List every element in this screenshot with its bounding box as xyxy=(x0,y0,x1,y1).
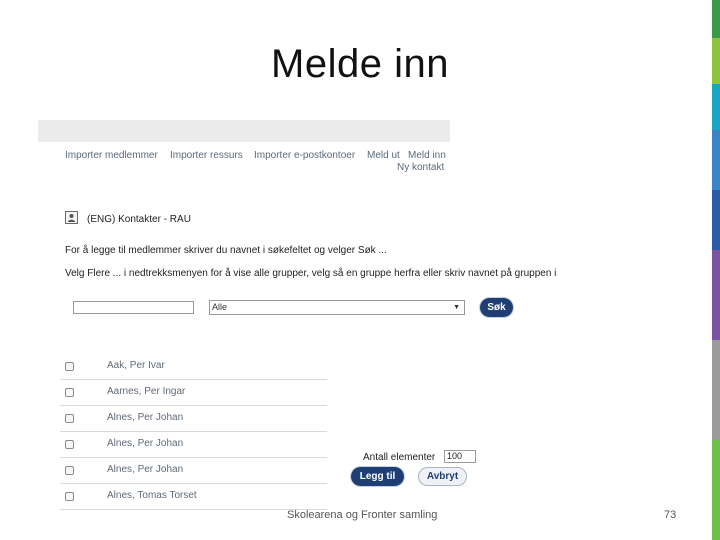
import-email-link[interactable]: Importer e-postkontoer xyxy=(254,150,355,161)
decorative-stripe xyxy=(712,0,720,540)
member-checkbox[interactable] xyxy=(65,492,74,501)
member-checkbox[interactable] xyxy=(65,414,74,423)
toolbar-header-bar xyxy=(38,120,450,142)
slide-title: Melde inn xyxy=(271,42,449,86)
unregister-link[interactable]: Meld ut xyxy=(367,150,400,161)
page-number: 73 xyxy=(664,509,677,521)
search-button[interactable]: Søk xyxy=(480,298,513,317)
contact-card-icon xyxy=(65,211,78,224)
member-checkbox[interactable] xyxy=(65,388,74,397)
member-name: Alnes, Tomas Torset xyxy=(107,490,197,501)
member-checkbox[interactable] xyxy=(65,362,74,371)
member-name: Alnes, Per Johan xyxy=(107,412,184,423)
member-checkbox[interactable] xyxy=(65,440,74,449)
list-item[interactable]: Alnes, Per Johan xyxy=(60,432,327,458)
register-link[interactable]: Meld inn xyxy=(408,150,446,161)
list-item[interactable]: Aak, Per Ivar xyxy=(60,354,327,380)
cancel-button[interactable]: Avbryt xyxy=(418,467,467,486)
search-input[interactable] xyxy=(73,301,194,314)
import-members-link[interactable]: Importer medlemmer xyxy=(65,150,158,161)
group-select[interactable]: Alle ▼ xyxy=(209,300,465,315)
instruction-text: For å legge til medlemmer skriver du nav… xyxy=(65,245,387,256)
member-checkbox[interactable] xyxy=(65,466,74,475)
contact-group-title: (ENG) Kontakter - RAU xyxy=(87,214,191,225)
member-name: Aarnes, Per Ingar xyxy=(107,386,186,397)
add-button[interactable]: Legg til xyxy=(351,467,404,486)
chevron-down-icon: ▼ xyxy=(453,304,460,311)
member-name: Alnes, Per Johan xyxy=(107,438,184,449)
member-name: Aak, Per Ivar xyxy=(107,360,165,371)
member-name: Alnes, Per Johan xyxy=(107,464,184,475)
list-item[interactable]: Alnes, Per Johan xyxy=(60,458,327,484)
list-item[interactable]: Aarnes, Per Ingar xyxy=(60,380,327,406)
item-count-label: Antall elementer xyxy=(363,452,436,463)
item-count-field[interactable]: 100 xyxy=(444,450,476,463)
list-item[interactable]: Alnes, Tomas Torset xyxy=(60,484,327,510)
slide-footer: Skolearena og Fronter samling xyxy=(287,509,438,521)
list-item[interactable]: Alnes, Per Johan xyxy=(60,406,327,432)
import-resource-link[interactable]: Importer ressurs xyxy=(170,150,243,161)
instruction-text-2: Velg Flere ... i nedtrekksmenyen for å v… xyxy=(65,268,557,279)
group-select-value: Alle xyxy=(212,302,228,312)
new-contact-link[interactable]: Ny kontakt xyxy=(397,162,444,173)
